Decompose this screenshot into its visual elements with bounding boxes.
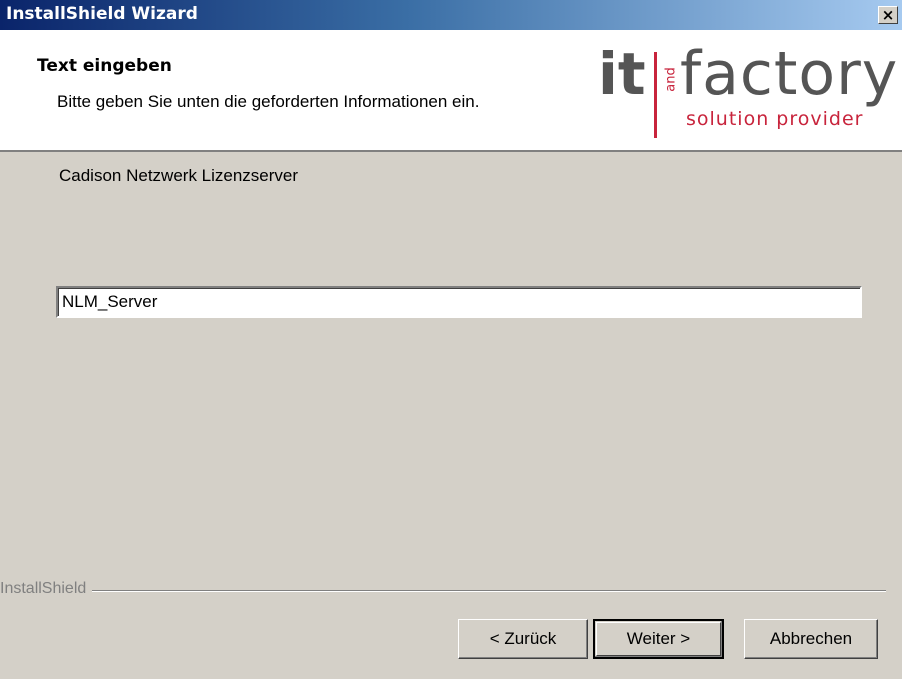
window-title: InstallShield Wizard <box>6 4 198 24</box>
server-prompt-label: Cadison Netzwerk Lizenzserver <box>59 166 299 185</box>
installshield-label: InstallShield <box>0 580 93 598</box>
logo-divider <box>654 52 657 138</box>
cancel-button[interactable]: Abbrechen <box>744 619 878 659</box>
itfactory-logo: it and factory solution provider <box>598 39 899 144</box>
logo-and-text: and <box>663 67 679 92</box>
logo-it-text: it <box>598 40 646 108</box>
license-server-input[interactable] <box>56 286 862 318</box>
back-button[interactable]: < Zurück <box>458 619 588 659</box>
close-button[interactable]: × <box>878 6 898 24</box>
separator-line <box>0 590 886 592</box>
title-bar[interactable]: InstallShield Wizard × <box>0 0 902 30</box>
wizard-header: Text eingeben Bitte geben Sie unten die … <box>0 30 902 152</box>
next-button[interactable]: Weiter > <box>593 619 724 659</box>
next-button-frame <box>596 622 721 656</box>
logo-tagline: solution provider <box>686 108 864 130</box>
logo-factory-text: factory <box>680 39 899 109</box>
page-title: Text eingeben <box>37 56 172 76</box>
installshield-brand-line: InstallShield <box>0 580 886 600</box>
page-subtitle: Bitte geben Sie unten die geforderten In… <box>57 92 480 111</box>
close-icon: × <box>881 6 895 24</box>
